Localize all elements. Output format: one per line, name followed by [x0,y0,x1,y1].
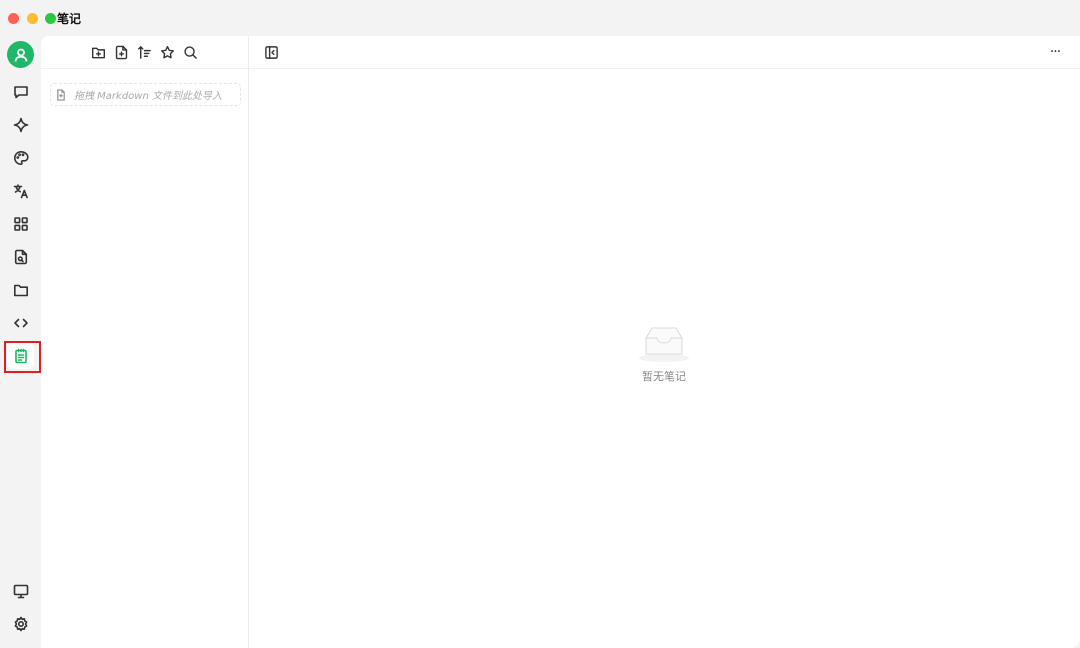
folder-icon [13,284,28,296]
gear-icon [14,616,27,631]
new-folder-button[interactable] [91,44,107,60]
more-options-button[interactable]: ··· [1046,44,1064,60]
translate-icon [13,183,28,198]
palette-icon [13,150,29,165]
sparkle-icon [13,117,28,132]
sort-button[interactable] [137,44,153,60]
grid-icon [13,216,28,231]
sidebar-item-apps[interactable] [7,210,34,237]
minimize-window-button[interactable] [27,13,38,24]
sidebar-item-chat[interactable] [7,78,34,105]
note-editor-area: ··· 暂无笔记 [249,36,1080,648]
sidebar-item-paint[interactable] [7,144,34,171]
collapse-sidebar-button[interactable] [263,44,279,60]
sidebar-item-files[interactable] [7,243,34,270]
zoom-window-button[interactable] [45,13,56,24]
monitor-icon [13,584,28,598]
empty-state: 暂无笔记 [614,324,714,394]
file-plus-icon [57,88,65,101]
file-search-icon [14,249,27,264]
user-icon [14,48,27,62]
search-icon [184,45,197,59]
notes-list-toolbar [41,36,248,69]
star-icon [160,45,175,58]
favorites-button[interactable] [160,44,176,60]
selection-highlight [4,341,41,373]
new-folder-icon [91,47,106,58]
app-window: 笔记 拖拽 Markdown 文件到此处导入 ··· 暂无笔记 [0,0,1080,648]
sidebar-item-code[interactable] [7,309,34,336]
window-title: 笔记 [57,12,82,26]
sidebar-item-settings[interactable] [7,610,34,637]
notes-list-panel: 拖拽 Markdown 文件到此处导入 [41,36,249,648]
new-note-icon [115,45,128,59]
sidebar-collapse-icon [264,45,278,59]
new-note-button[interactable] [114,44,130,60]
sort-icon [137,45,151,59]
editor-toolbar: ··· [249,36,1080,69]
sidebar [0,36,41,648]
close-window-button[interactable] [8,13,19,24]
empty-inbox-icon [639,327,689,362]
empty-state-text: 暂无笔记 [642,370,686,383]
sidebar-item-display[interactable] [7,577,34,604]
sidebar-item-folder[interactable] [7,276,34,303]
search-button[interactable] [183,44,199,60]
sidebar-item-assistant[interactable] [7,111,34,138]
user-avatar[interactable] [7,41,34,68]
sidebar-item-translate[interactable] [7,177,34,204]
chat-bubble-icon [13,85,28,98]
title-bar: 笔记 [0,0,1080,36]
drop-zone-text: 拖拽 Markdown 文件到此处导入 [74,91,222,102]
markdown-drop-zone[interactable]: 拖拽 Markdown 文件到此处导入 [50,83,241,106]
code-icon [13,318,28,327]
